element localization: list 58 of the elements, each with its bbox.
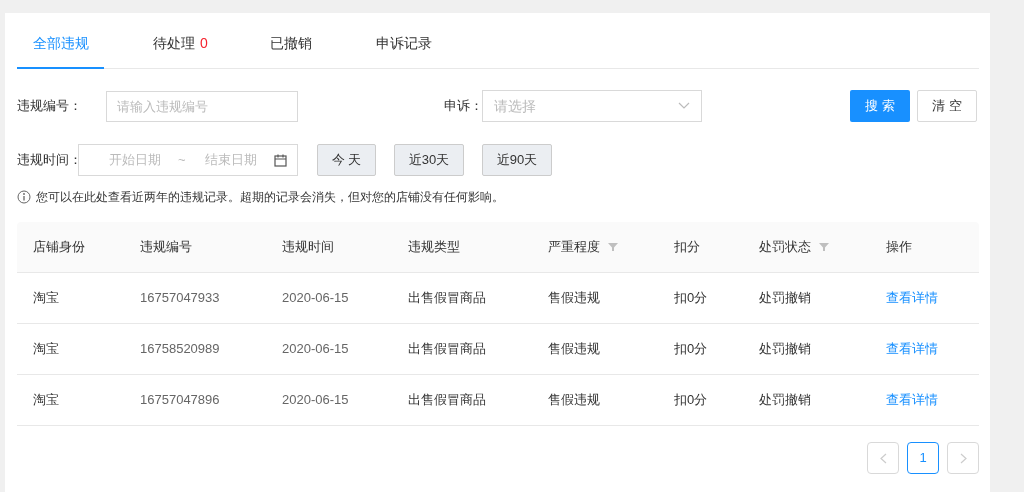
table-cell: 售假违规 <box>548 341 600 357</box>
table-cell: 淘宝 <box>33 341 59 357</box>
chevron-right-icon <box>959 452 967 464</box>
page-button[interactable]: 1 <box>907 442 939 474</box>
date-range-field[interactable]: 开始日期 ~ 结束日期 <box>78 144 298 176</box>
table-cell: 出售假冒商品 <box>408 341 486 357</box>
select-field[interactable]: 请选择 <box>482 90 702 122</box>
table-cell: 扣0分 <box>674 392 708 408</box>
filter-icon[interactable] <box>608 242 618 252</box>
table-cell: 淘宝 <box>33 392 59 408</box>
tab[interactable]: 申诉记录 <box>360 13 465 69</box>
tab[interactable]: 已撤销 <box>254 13 360 69</box>
quick-range-button[interactable]: 近90天 <box>482 144 552 176</box>
column-header: 扣分 <box>674 238 700 257</box>
info-icon <box>17 190 31 204</box>
next-page-button[interactable] <box>947 442 979 474</box>
clear-button[interactable]: 清 空 <box>917 90 977 122</box>
field-label: 申诉： <box>444 97 482 116</box>
previous-page-button[interactable] <box>867 442 899 474</box>
table-cell: 16757047896 <box>140 392 220 408</box>
tab[interactable]: 全部违规 <box>17 13 104 69</box>
input-field[interactable]: 请输入违规编号 <box>106 90 298 122</box>
calendar-icon <box>273 153 287 167</box>
table-cell: 2020-06-15 <box>282 290 349 306</box>
table-cell: 处罚撤销 <box>759 341 811 357</box>
table-cell: 售假违规 <box>548 392 600 408</box>
table-cell: 16757047933 <box>140 290 220 306</box>
table-cell: 2020-06-15 <box>282 392 349 408</box>
chevron-down-icon <box>678 102 690 110</box>
search-button[interactable]: 搜 索 <box>850 90 910 122</box>
field-label: 违规时间： <box>17 151 78 170</box>
table-cell: 2020-06-15 <box>282 341 349 357</box>
table-cell: 出售假冒商品 <box>408 392 486 408</box>
quick-range-button[interactable]: 近30天 <box>394 144 464 176</box>
table-cell: 淘宝 <box>33 290 59 306</box>
table-cell: 处罚撤销 <box>759 290 811 306</box>
notice-text: 您可以在此处查看近两年的违规记录。超期的记录会消失，但对您的店铺没有任何影响。 <box>36 189 504 206</box>
table-cell: 扣0分 <box>674 290 708 306</box>
details-link[interactable]: 查看详情 <box>886 341 938 357</box>
column-header: 处罚状态 <box>759 238 811 257</box>
table-cell: 出售假冒商品 <box>408 290 486 306</box>
chevron-left-icon <box>879 452 887 464</box>
tab[interactable]: 待处理 0 <box>137 13 254 69</box>
field-label: 违规编号： <box>17 97 83 116</box>
quick-range-button[interactable]: 今 天 <box>317 144 376 176</box>
column-header: 违规类型 <box>408 238 460 257</box>
column-header: 违规时间 <box>282 238 334 257</box>
column-header: 店铺身份 <box>33 238 85 257</box>
table-cell: 16758520989 <box>140 341 220 357</box>
table-cell: 扣0分 <box>674 341 708 357</box>
table-cell: 售假违规 <box>548 290 600 306</box>
filter-icon[interactable] <box>819 242 829 252</box>
table-cell: 处罚撤销 <box>759 392 811 408</box>
column-header: 严重程度 <box>548 238 600 257</box>
column-header: 违规编号 <box>140 238 192 257</box>
details-link[interactable]: 查看详情 <box>886 392 938 408</box>
column-header: 操作 <box>886 238 912 257</box>
details-link[interactable]: 查看详情 <box>886 290 938 306</box>
